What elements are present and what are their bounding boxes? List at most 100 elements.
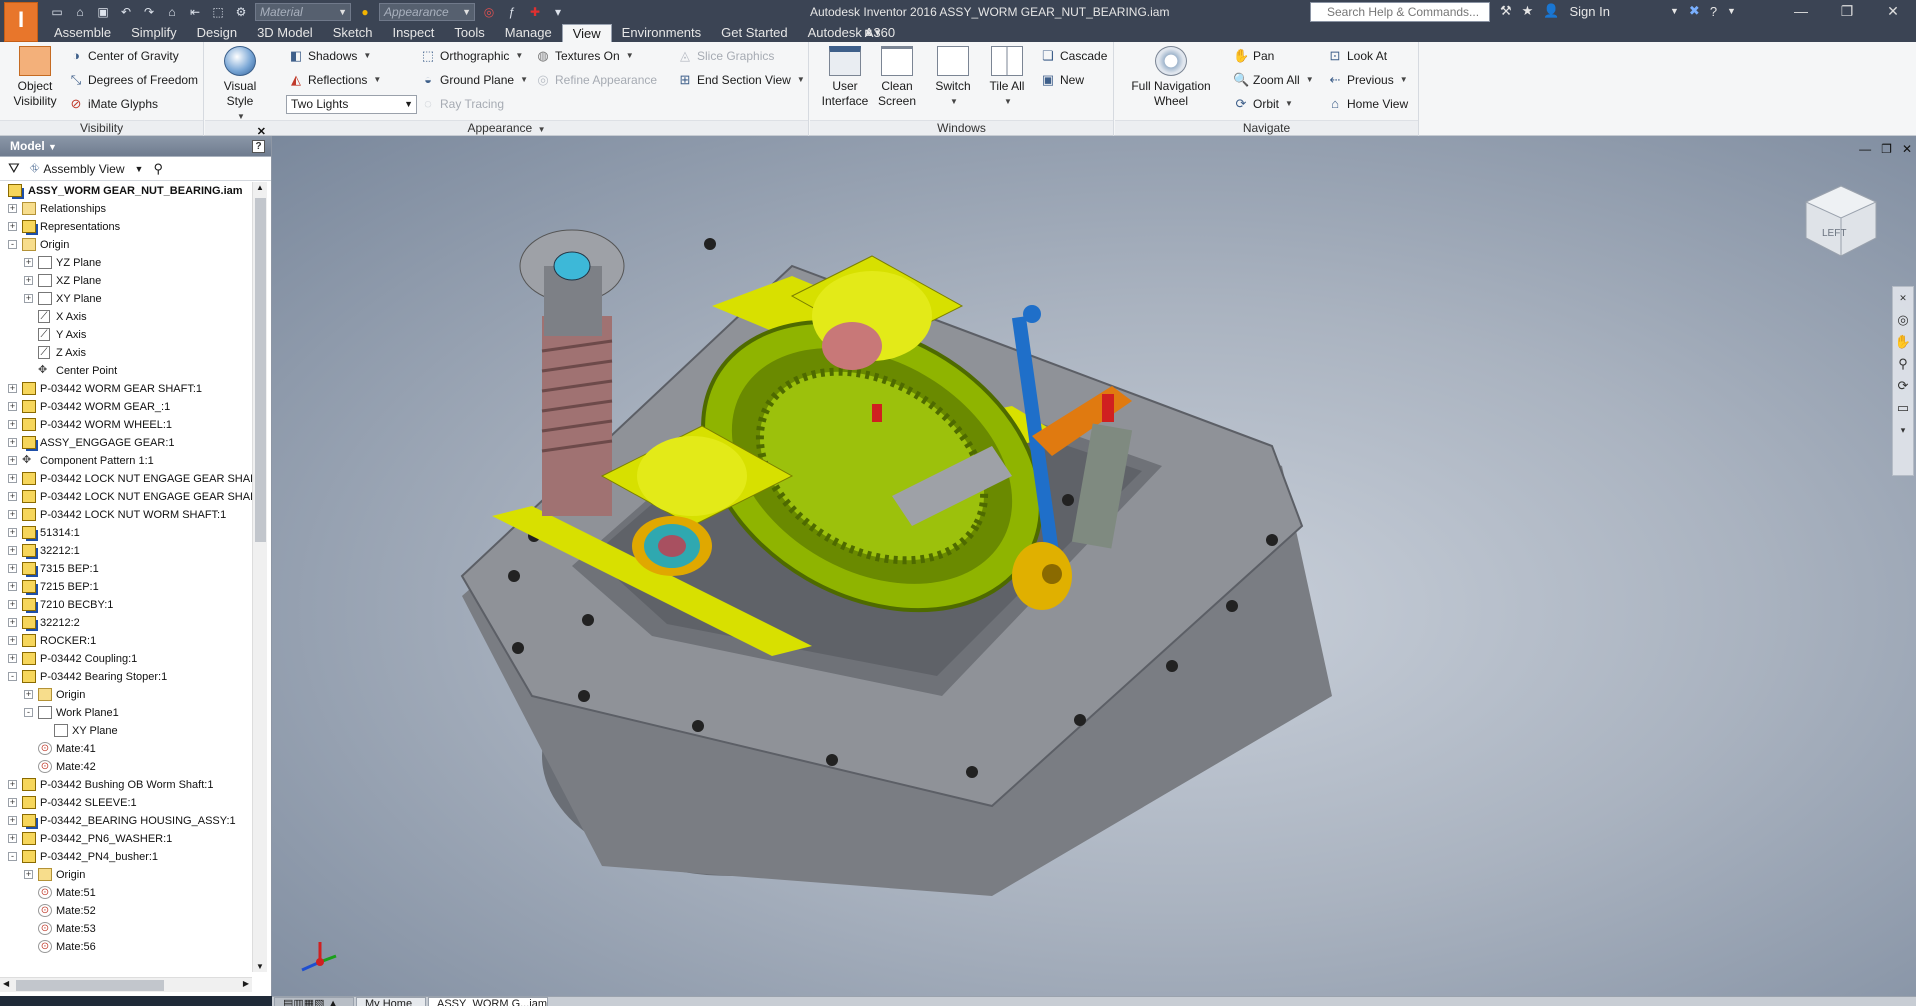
communication-center-icon[interactable]: ⚒ xyxy=(1500,3,1512,19)
expand-icon[interactable]: + xyxy=(8,636,17,645)
tree-item[interactable]: + XY Plane xyxy=(0,290,252,308)
select-icon[interactable]: ⬚ xyxy=(209,4,227,20)
expand-icon[interactable]: + xyxy=(8,816,17,825)
collapse-icon[interactable]: - xyxy=(24,708,33,717)
ribbon-options-icon[interactable]: ◙ ▾ xyxy=(865,26,880,39)
switch-button[interactable]: Switch ▼ xyxy=(928,46,978,109)
new-window-button[interactable]: ▣ New xyxy=(1040,70,1084,90)
tree-item[interactable]: + YZ Plane xyxy=(0,254,252,272)
tab-autodesk-a360[interactable]: Autodesk A360 xyxy=(798,24,905,42)
home-icon[interactable]: ⌂ xyxy=(163,4,181,20)
tree-item[interactable]: - P-03442_PN4_busher:1 xyxy=(0,848,252,866)
tree-item[interactable]: + Origin xyxy=(0,866,252,884)
tree-item[interactable]: ⊙ Mate:42 xyxy=(0,758,252,776)
expand-icon[interactable]: + xyxy=(8,780,17,789)
material-select[interactable]: Material ▼ xyxy=(255,3,351,21)
expand-icon[interactable]: + xyxy=(8,474,17,483)
pan-hand-icon[interactable]: ✋ xyxy=(1893,331,1913,353)
tree-item[interactable]: ⊙ Mate:56 xyxy=(0,938,252,956)
appearance-select[interactable]: Appearance ▼ xyxy=(379,3,475,21)
tree-item[interactable]: + Relationships xyxy=(0,200,252,218)
reflections-button[interactable]: ◭ Reflections ▼ xyxy=(288,70,381,90)
browser-horizontal-scrollbar[interactable]: ◀ ▶ xyxy=(0,977,252,992)
scroll-up-icon[interactable]: ▲ xyxy=(256,183,264,192)
expand-icon[interactable]: + xyxy=(8,582,17,591)
tree-item[interactable]: + P-03442 WORM WHEEL:1 xyxy=(0,416,252,434)
scroll-left-icon[interactable]: ◀ xyxy=(3,979,9,988)
orbit-button[interactable]: ⟳ Orbit ▼ xyxy=(1233,94,1293,114)
zoom-all-button[interactable]: 🔍 Zoom All ▼ xyxy=(1233,70,1314,90)
view-cube[interactable]: LEFT xyxy=(1802,180,1880,260)
ucs-icon[interactable]: ✚ xyxy=(526,4,544,20)
tree-item[interactable]: ⊙ Mate:41 xyxy=(0,740,252,758)
navbar-close-icon[interactable]: ✕ xyxy=(1893,287,1913,309)
tree-item[interactable]: +51314:1 xyxy=(0,524,252,542)
tab-tools[interactable]: Tools xyxy=(444,24,494,42)
expand-icon[interactable]: + xyxy=(8,420,17,429)
tree-item[interactable]: ⟋ Z Axis xyxy=(0,344,252,362)
doc-tab-my-home[interactable]: My Home xyxy=(356,997,426,1006)
expand-icon[interactable]: + xyxy=(8,456,17,465)
expand-icon[interactable]: + xyxy=(8,384,17,393)
steering-wheel-icon[interactable]: ◎ xyxy=(1893,309,1913,331)
help-search-input[interactable]: Search Help & Commands... xyxy=(1310,2,1490,22)
tab-view[interactable]: View xyxy=(561,24,612,42)
customize-qat-icon[interactable]: ▾ xyxy=(549,4,567,20)
navbar-options-icon[interactable]: ▾ xyxy=(1893,419,1913,441)
center-of-gravity-button[interactable]: ◑ Center of Gravity xyxy=(68,46,179,66)
object-visibility-button[interactable]: Object Visibility xyxy=(10,46,60,109)
look-at-button[interactable]: ⊡ Look At xyxy=(1327,46,1387,66)
expand-icon[interactable]: + xyxy=(8,510,17,519)
filter-icon[interactable]: ⛛ xyxy=(8,160,20,177)
chevron-down-icon[interactable]: ▼ xyxy=(1670,6,1679,16)
expand-icon[interactable]: + xyxy=(8,618,17,627)
expand-icon[interactable]: + xyxy=(8,222,17,231)
horizontal-scroll-thumb[interactable] xyxy=(16,980,164,991)
lighting-style-select[interactable]: Two Lights ▼ xyxy=(286,95,417,114)
shadows-button[interactable]: ◧ Shadows ▼ xyxy=(288,46,371,66)
browser-close-icon[interactable]: ✕ xyxy=(257,122,266,143)
user-interface-button[interactable]: User Interface xyxy=(818,46,872,109)
browser-vertical-scrollbar[interactable]: ▲ ▼ xyxy=(252,182,267,972)
tree-item[interactable]: +7210 BECBY:1 xyxy=(0,596,252,614)
tree-item[interactable]: ⊙ Mate:53 xyxy=(0,920,252,938)
scroll-right-icon[interactable]: ▶ xyxy=(243,979,249,988)
sign-in-link[interactable]: Sign In xyxy=(1570,4,1610,19)
orbit-icon[interactable]: ⟳ xyxy=(1893,375,1913,397)
undo-icon[interactable]: ↶ xyxy=(117,4,135,20)
tree-item[interactable]: - P-03442 Bearing Stoper:1 xyxy=(0,668,252,686)
tree-item[interactable]: - Work Plane1 xyxy=(0,704,252,722)
refine-appearance-button[interactable]: ◎ Refine Appearance xyxy=(535,70,657,90)
tree-item[interactable]: + XZ Plane xyxy=(0,272,252,290)
look-at-icon[interactable]: ▭ xyxy=(1893,397,1913,419)
orthographic-button[interactable]: ⬚ Orthographic ▼ xyxy=(420,46,523,66)
tree-item[interactable]: +32212:2 xyxy=(0,614,252,632)
tree-item[interactable]: + P-03442 Coupling:1 xyxy=(0,650,252,668)
tree-item[interactable]: + ✥ Component Pattern 1:1 xyxy=(0,452,252,470)
tab-layout-controls[interactable]: ▤▥▦▧ ▲ xyxy=(274,997,354,1006)
collapse-icon[interactable]: - xyxy=(8,240,17,249)
visual-style-button[interactable]: Visual Style ▼ xyxy=(210,46,270,124)
tree-item[interactable]: + ASSY_ENGGAGE GEAR:1 xyxy=(0,434,252,452)
minimize-icon[interactable]: — xyxy=(1778,0,1824,24)
find-binoculars-icon[interactable]: ⚲ xyxy=(153,161,163,177)
tree-item[interactable]: + P-03442 LOCK NUT ENGAGE GEAR SHAFT xyxy=(0,470,252,488)
expand-icon[interactable]: + xyxy=(8,834,17,843)
tree-item[interactable]: + P-03442 SLEEVE:1 xyxy=(0,794,252,812)
tab-assemble[interactable]: Assemble xyxy=(44,24,121,42)
tab-get-started[interactable]: Get Started xyxy=(711,24,797,42)
clean-screen-button[interactable]: Clean Screen xyxy=(872,46,922,109)
doc-tab-active-assembly[interactable]: ASSY_WORM G...iam ⊠ xyxy=(428,997,548,1006)
expand-icon[interactable]: + xyxy=(24,276,33,285)
expand-icon[interactable]: + xyxy=(8,402,17,411)
tree-item[interactable]: +7215 BEP:1 xyxy=(0,578,252,596)
tree-item[interactable]: ⟋ X Axis xyxy=(0,308,252,326)
tree-item[interactable]: + Origin xyxy=(0,686,252,704)
update-icon[interactable]: ⚙ xyxy=(232,4,250,20)
graphics-viewport[interactable]: — ❐ ✕ LEFT ✕ ◎ ✋ ⚲ ⟳ ▭ ▾ xyxy=(272,136,1916,996)
tree-item[interactable]: + P-03442 WORM GEAR_:1 xyxy=(0,398,252,416)
expand-icon[interactable]: + xyxy=(24,870,33,879)
assembly-view-selector[interactable]: ⛗ Assembly View ▼ xyxy=(30,161,144,176)
tree-item[interactable]: + P-03442 Bushing OB Worm Shaft:1 xyxy=(0,776,252,794)
tree-item[interactable]: ⊙ Mate:51 xyxy=(0,884,252,902)
